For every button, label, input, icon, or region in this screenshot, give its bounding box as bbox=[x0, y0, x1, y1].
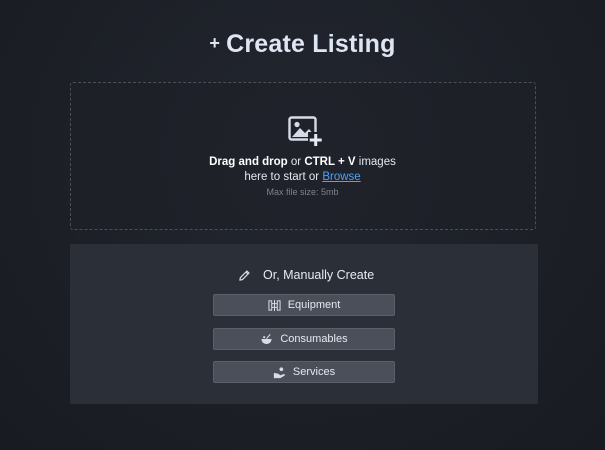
consumables-button[interactable]: Consumables bbox=[213, 328, 395, 350]
plus-icon: + bbox=[209, 33, 221, 53]
paste-shortcut-text: CTRL + V bbox=[304, 156, 356, 168]
equipment-icon bbox=[268, 299, 281, 311]
consumables-label: Consumables bbox=[280, 333, 348, 345]
equipment-button[interactable]: Equipment bbox=[213, 294, 395, 316]
images-text: images bbox=[355, 156, 396, 168]
dropzone-instruction-line2: here to start or Browse bbox=[0, 171, 605, 183]
manual-create-header: Or, Manually Create bbox=[238, 267, 374, 283]
manual-create-label: Or, Manually Create bbox=[263, 268, 375, 282]
services-button[interactable]: Services bbox=[213, 361, 395, 383]
consumables-icon bbox=[261, 333, 272, 344]
drag-drop-text: Drag and drop bbox=[209, 156, 288, 168]
page-title-text: Create Listing bbox=[226, 30, 396, 58]
services-icon bbox=[273, 366, 285, 378]
start-text: here to start or bbox=[244, 171, 323, 183]
create-listing-page: + Create Listing Drag and drop or CTRL + … bbox=[0, 0, 605, 450]
or-text: or bbox=[287, 156, 305, 168]
dropzone-instruction: Drag and drop or CTRL + V images bbox=[0, 156, 605, 168]
pencil-icon bbox=[239, 269, 250, 281]
image-add-icon bbox=[288, 116, 323, 147]
max-file-size-hint: Max file size: 5mb bbox=[266, 187, 339, 197]
page-title: + Create Listing bbox=[0, 30, 605, 59]
services-label: Services bbox=[292, 366, 336, 378]
browse-link[interactable]: Browse bbox=[322, 171, 360, 183]
equipment-label: Equipment bbox=[287, 299, 341, 311]
